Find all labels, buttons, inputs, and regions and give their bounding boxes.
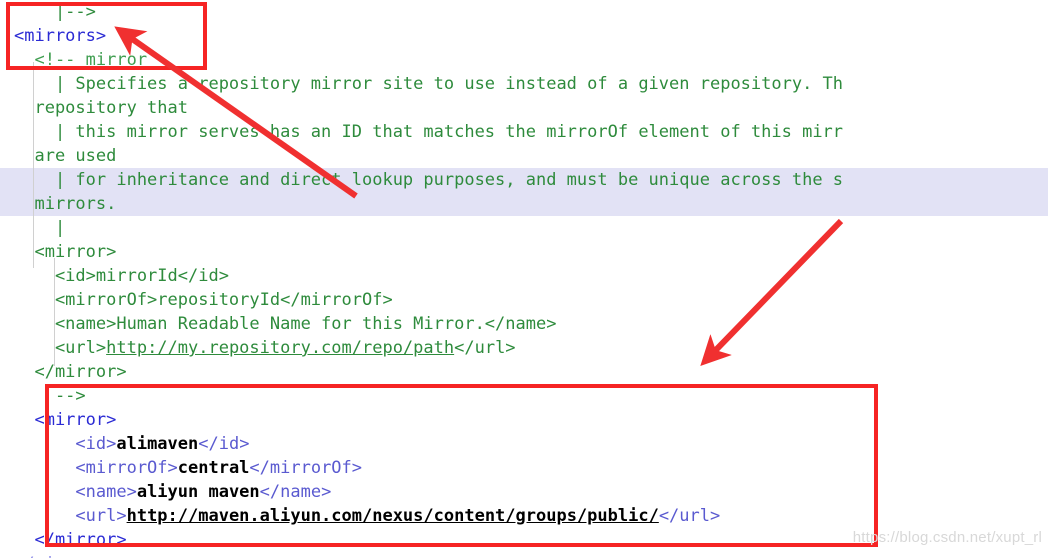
xml-element-value: alimaven <box>116 434 199 454</box>
indent-guide-line <box>53 258 55 366</box>
xml-close-tag: </id> <box>198 434 250 454</box>
code-line[interactable]: <mirrors> <box>0 24 1048 48</box>
xml-comment-text: repository that <box>14 98 188 118</box>
code-line[interactable]: --> <box>0 384 1048 408</box>
xml-tag: <mirror> <box>14 410 117 430</box>
code-line[interactable]: are used <box>0 144 1048 168</box>
xml-comment-text: <mirrorOf>repositoryId</mirrorOf> <box>14 290 393 310</box>
xml-open-tag: <mirrorOf> <box>14 458 178 478</box>
code-line[interactable]: | <box>0 216 1048 240</box>
xml-comment-text: <id>mirrorId</id> <box>14 266 229 286</box>
code-line[interactable]: <!-- mirror <box>0 48 1048 72</box>
code-line[interactable]: </mirror> <box>0 360 1048 384</box>
code-line[interactable]: <id>mirrorId</id> <box>0 264 1048 288</box>
xml-open-tag: <name> <box>14 482 137 502</box>
xml-element-value: central <box>177 458 250 478</box>
xml-comment-text: mirrors. <box>14 194 117 214</box>
xml-tag: </mirror> <box>14 530 127 550</box>
code-line[interactable]: | for inheritance and direct lookup purp… <box>0 168 1048 192</box>
code-line[interactable]: <mirror> <box>0 240 1048 264</box>
code-line[interactable]: |--> <box>0 0 1048 24</box>
code-line[interactable]: <mirror> <box>0 408 1048 432</box>
code-line[interactable]: <url>http://maven.aliyun.com/nexus/conte… <box>0 504 1048 528</box>
code-line[interactable]: <id>alimaven</id> <box>0 432 1048 456</box>
watermark-text: https://blog.csdn.net/xupt_rl <box>852 529 1042 546</box>
code-line[interactable]: <mirrorOf>central</mirrorOf> <box>0 456 1048 480</box>
code-line[interactable]: <name>Human Readable Name for this Mirro… <box>0 312 1048 336</box>
xml-comment-text: <name>Human Readable Name for this Mirro… <box>14 314 557 334</box>
screenshot-root: |--> <mirrors> <!-- mirror | Specifies a … <box>0 0 1048 558</box>
example-url-link[interactable]: http://my.repository.com/repo/path <box>106 338 454 358</box>
indent-guide-line <box>33 62 35 268</box>
xml-comment-text: | Specifies a repository mirror site to … <box>14 74 844 94</box>
xml-close-tag: </url> <box>454 338 516 358</box>
xml-comment-text: | this mirror serves has an ID that matc… <box>14 122 844 142</box>
xml-comment-text: </mirror> <box>14 362 127 382</box>
code-line[interactable]: <url>http://my.repository.com/repo/path<… <box>0 336 1048 360</box>
xml-element-value: http://maven.aliyun.com/nexus/content/gr… <box>126 506 659 526</box>
code-line[interactable]: repository that <box>0 96 1048 120</box>
xml-open-tag: <url> <box>14 338 107 358</box>
code-line[interactable]: <mirrorOf>repositoryId</mirrorOf> <box>0 288 1048 312</box>
code-line[interactable]: | Specifies a repository mirror site to … <box>0 72 1048 96</box>
xml-close-tag: </name> <box>259 482 332 502</box>
xml-open-tag: <url> <box>14 506 127 526</box>
xml-comment-text: <mirror> <box>14 242 117 262</box>
code-line[interactable]: </mirrors> <box>0 552 1048 558</box>
xml-tag: <mirrors> <box>14 26 107 46</box>
xml-comment-text: are used <box>14 146 117 166</box>
code-line[interactable]: <name>aliyun maven</name> <box>0 480 1048 504</box>
code-line[interactable]: mirrors. <box>0 192 1048 216</box>
xml-comment-text: |--> <box>14 2 96 22</box>
xml-code-editor[interactable]: |--> <mirrors> <!-- mirror | Specifies a … <box>0 0 1048 558</box>
xml-comment-text: --> <box>14 386 86 406</box>
xml-comment-text: | for inheritance and direct lookup purp… <box>14 170 844 190</box>
xml-element-value: aliyun maven <box>136 482 260 502</box>
xml-close-tag: </mirrorOf> <box>249 458 363 478</box>
xml-tag: </mirrors> <box>14 554 116 558</box>
code-line[interactable]: | this mirror serves has an ID that matc… <box>0 120 1048 144</box>
xml-comment-text: | <box>14 218 66 238</box>
xml-close-tag: </url> <box>658 506 721 526</box>
xml-open-tag: <id> <box>14 434 117 454</box>
